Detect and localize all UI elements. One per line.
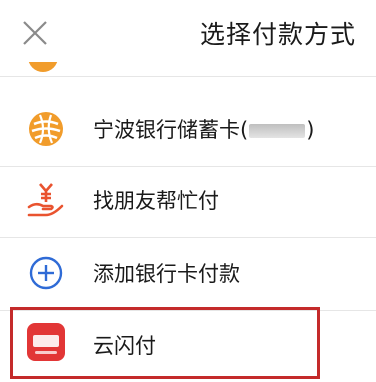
add-circle-icon	[29, 256, 63, 290]
masked-card-number	[249, 124, 306, 138]
page-title: 选择付款方式	[199, 20, 356, 49]
friend-pay-icon	[27, 183, 64, 217]
option-ningbo-bank-card[interactable]: 宁波银行储蓄卡()	[0, 90, 376, 167]
option-friend-pay[interactable]: 找朋友帮忙付	[0, 161, 376, 238]
partial-payment-option[interactable]	[0, 62, 376, 77]
option-label: 找朋友帮忙付	[93, 189, 219, 213]
partial-bank-icon	[28, 62, 58, 72]
option-label: 宁波银行储蓄卡()	[93, 118, 315, 142]
option-label: 添加银行卡付款	[93, 262, 240, 286]
header: 选择付款方式	[0, 0, 376, 62]
option-add-bank-card[interactable]: 添加银行卡付款	[0, 234, 376, 311]
close-icon[interactable]	[22, 20, 48, 46]
highlight-box	[10, 307, 320, 379]
bank-icon	[29, 112, 63, 146]
